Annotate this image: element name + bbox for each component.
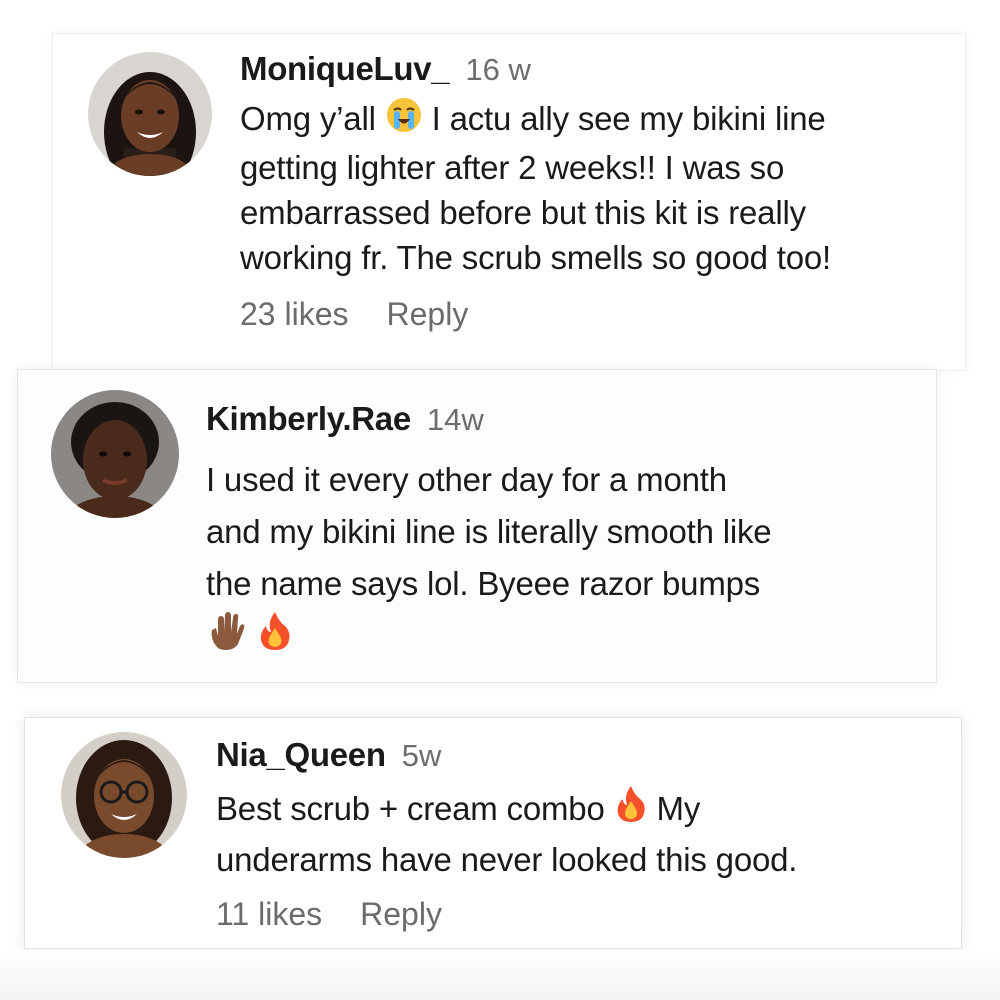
page-footer-shadow <box>0 950 1000 1000</box>
timestamp: 5w <box>401 738 442 773</box>
loudly-crying-emoji-icon <box>385 96 423 145</box>
comment-header: Kimberly.Rae 14w <box>206 400 484 438</box>
comment-text-line: underarms have never looked this good. <box>216 841 798 878</box>
comment-card: Nia_Queen 5w Best scrub + cream combo My … <box>25 718 961 948</box>
comment-text: Best scrub + cream combo My underarms ha… <box>216 784 797 883</box>
comment-actions: 11 likes Reply <box>216 896 442 933</box>
comment-header: MoniqueLuv_ 16 w <box>240 50 531 88</box>
comment-text-line: I used it every other day for a month <box>206 461 727 498</box>
username[interactable]: Nia_Queen <box>216 736 386 773</box>
comment-text-line: working fr. The scrub smells so good too… <box>240 239 831 276</box>
comment-actions: 23 likes Reply <box>240 296 468 333</box>
username[interactable]: MoniqueLuv_ <box>240 50 450 87</box>
reply-button[interactable]: Reply <box>360 896 442 932</box>
likes-count[interactable]: 11 likes <box>216 896 322 932</box>
comment-text-segment: Omg y’all <box>240 100 376 137</box>
fire-emoji-icon <box>257 610 293 667</box>
avatar[interactable] <box>61 732 187 858</box>
avatar[interactable] <box>51 390 179 518</box>
comment-card: MoniqueLuv_ 16 w Omg y’all I actu ally se… <box>53 34 965 370</box>
comment-text-line <box>206 610 771 667</box>
reply-button[interactable]: Reply <box>387 296 469 332</box>
waving-hand-emoji-icon <box>206 610 248 667</box>
comment-text-line: and my bikini line is literally smooth l… <box>206 513 772 550</box>
timestamp: 14w <box>426 402 484 437</box>
likes-count[interactable]: 23 likes <box>240 296 349 332</box>
comment-text: I used it every other day for a month an… <box>206 454 772 667</box>
comment-text-segment: Best scrub + cream combo <box>216 790 605 827</box>
comment-text: Omg y’all I actu ally see my bikini line… <box>240 96 831 280</box>
comment-card: Kimberly.Rae 14w I used it every other da… <box>18 370 936 682</box>
comment-text-line: getting lighter after 2 weeks!! I was so <box>240 149 785 186</box>
comment-text-line: the name says lol. Byeee razor bumps <box>206 565 761 602</box>
avatar[interactable] <box>88 52 212 176</box>
comment-header: Nia_Queen 5w <box>216 736 441 774</box>
timestamp: 16 w <box>465 52 531 87</box>
comment-text-segment: I actu ally see my bikini line <box>431 100 826 137</box>
fire-emoji-icon <box>614 784 648 836</box>
username[interactable]: Kimberly.Rae <box>206 400 411 437</box>
comment-text-line: embarrassed before but this kit is reall… <box>240 194 806 231</box>
comment-text-segment: My <box>656 790 701 827</box>
